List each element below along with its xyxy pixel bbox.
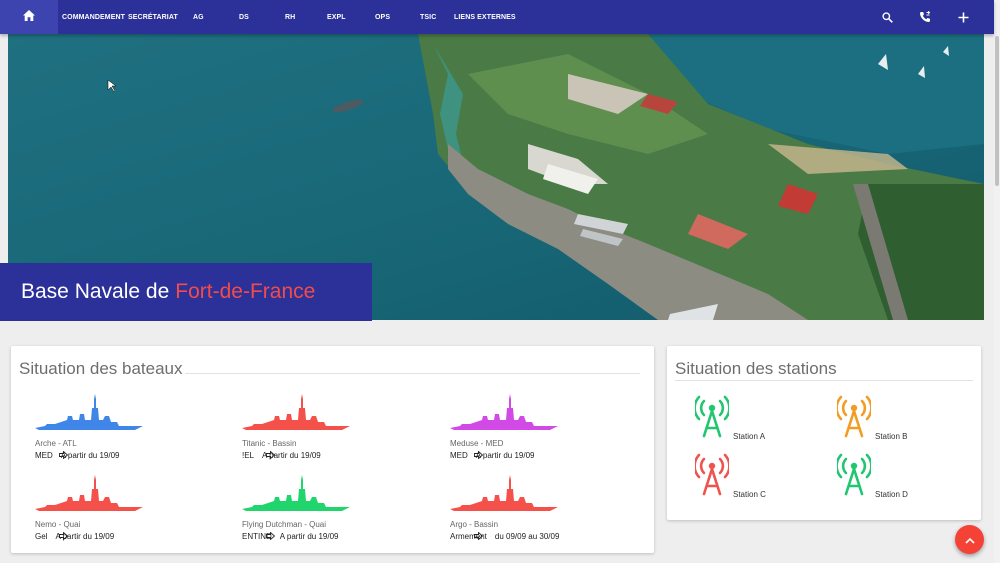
boat-status-code: Gel	[35, 532, 48, 541]
boat-name: Arche - ATL	[35, 439, 77, 448]
plus-icon[interactable]	[954, 8, 972, 26]
home-button[interactable]	[0, 0, 58, 34]
boat-item-flying-dutchman[interactable]: Flying Dutchman - Quai ENTIND A partir d…	[218, 475, 418, 545]
station-item-d[interactable]: Station D	[835, 452, 957, 508]
boat-status-code: !EL	[242, 451, 255, 460]
boats-card-title: Situation des bateaux	[19, 359, 183, 378]
radio-tower-icon	[693, 395, 731, 438]
radio-tower-icon	[835, 453, 873, 496]
phone-forward-icon[interactable]	[916, 8, 934, 26]
hero-title-accent: Fort-de-France	[175, 280, 316, 303]
boat-name: Argo - Bassin	[450, 520, 499, 529]
boat-status-date: du 09/09 au 30/09	[494, 532, 560, 541]
ship-icon	[35, 475, 143, 511]
ship-icon	[450, 475, 558, 511]
nav-commandement[interactable]: COMMANDEMENT	[62, 14, 125, 21]
boat-status: MED A partir du 19/09	[450, 451, 535, 460]
nav-ag[interactable]: AG	[193, 14, 204, 21]
top-navbar: COMMANDEMENT SECRÉTARIAT AG DS RH EXPL O…	[0, 0, 994, 34]
boat-item-argo[interactable]: Argo - Bassin Armement du 09/09 au 30/09	[426, 475, 626, 545]
nav-secretariat[interactable]: SECRÉTARIAT	[128, 14, 178, 21]
boat-name: Flying Dutchman - Quai	[242, 520, 327, 529]
radio-tower-icon	[835, 395, 873, 438]
chevron-up-icon	[964, 531, 975, 549]
boat-status-code: MED	[35, 451, 53, 460]
boat-status: Gel A partir du 19/09	[35, 532, 114, 541]
stations-card-title: Situation des stations	[675, 359, 837, 378]
boat-status: ENTIND A partir du 19/09	[242, 532, 339, 541]
nav-ops[interactable]: OPS	[375, 14, 390, 21]
search-icon[interactable]	[878, 8, 896, 26]
stations-status-card: Situation des stations Station A Station…	[667, 346, 981, 520]
boat-status-date: A partir du 19/09	[60, 451, 120, 460]
station-name: Station B	[875, 432, 908, 441]
nav-rh[interactable]: RH	[285, 14, 295, 21]
nav-tsic[interactable]: TSIC	[420, 14, 436, 21]
boat-status: Armement du 09/09 au 30/09	[450, 532, 559, 541]
boat-name: Meduse - MED	[450, 439, 504, 448]
nav-liens-externes[interactable]: LIENS EXTERNES	[454, 14, 516, 21]
ship-icon	[242, 394, 350, 430]
scroll-top-button[interactable]	[955, 525, 984, 554]
boat-item-meduse[interactable]: Meduse - MED MED A partir du 19/09	[426, 394, 626, 464]
boats-status-card: Situation des bateaux Arche - ATL MED A …	[11, 346, 654, 553]
boat-item-arche[interactable]: Arche - ATL MED A partir du 19/09	[11, 394, 211, 464]
ship-icon	[242, 475, 350, 511]
station-name: Station D	[875, 490, 908, 499]
radio-tower-icon	[693, 453, 731, 496]
divider	[185, 373, 640, 374]
hero-title-banner: Base Navale de Fort-de-France	[0, 263, 372, 321]
station-item-c[interactable]: Station C	[693, 452, 815, 508]
boat-item-titanic[interactable]: Titanic - Bassin !EL A partir du 19/09	[218, 394, 418, 464]
station-name: Station C	[733, 490, 766, 499]
nav-ds[interactable]: DS	[239, 14, 249, 21]
boat-name: Titanic - Bassin	[242, 439, 297, 448]
station-item-a[interactable]: Station A	[693, 394, 815, 450]
page-scrollbar[interactable]	[994, 0, 1000, 563]
scrollbar-thumb[interactable]	[995, 36, 999, 186]
hero-title: Base Navale de	[21, 280, 170, 303]
boat-status-date: A partir du 19/09	[279, 532, 339, 541]
boat-item-nemo[interactable]: Nemo - Quai Gel A partir du 19/09	[11, 475, 211, 545]
boat-status: MED A partir du 19/09	[35, 451, 120, 460]
station-name: Station A	[733, 432, 766, 441]
ship-icon	[450, 394, 558, 430]
boat-status-code: MED	[450, 451, 468, 460]
home-icon	[23, 8, 35, 26]
boat-status-date: A partir du 19/09	[475, 451, 535, 460]
boat-name: Nemo - Quai	[35, 520, 81, 529]
nav-expl[interactable]: EXPL	[327, 14, 346, 21]
station-item-b[interactable]: Station B	[835, 394, 957, 450]
divider	[675, 380, 973, 381]
ship-icon	[35, 394, 143, 430]
boat-status: !EL A partir du 19/09	[242, 451, 321, 460]
